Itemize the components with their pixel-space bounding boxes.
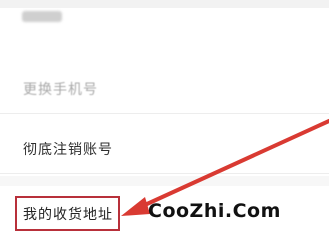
blurred-menu-item — [22, 11, 62, 22]
highlighted-menu-item-label: 我的收货地址 — [15, 195, 120, 231]
settings-screen: 更换手机号 彻底注销账号 我的收货地址 CooZhi.Com — [0, 0, 329, 245]
top-spacer — [0, 0, 329, 8]
watermark: CooZhi.Com — [148, 200, 281, 222]
menu-item-cancel-account[interactable]: 彻底注销账号 — [0, 124, 329, 174]
menu-item-change-phone[interactable]: 更换手机号 — [0, 64, 329, 114]
section-divider — [0, 176, 329, 186]
menu-item-label: 彻底注销账号 — [23, 141, 113, 158]
menu-item-label: 更换手机号 — [23, 81, 98, 98]
